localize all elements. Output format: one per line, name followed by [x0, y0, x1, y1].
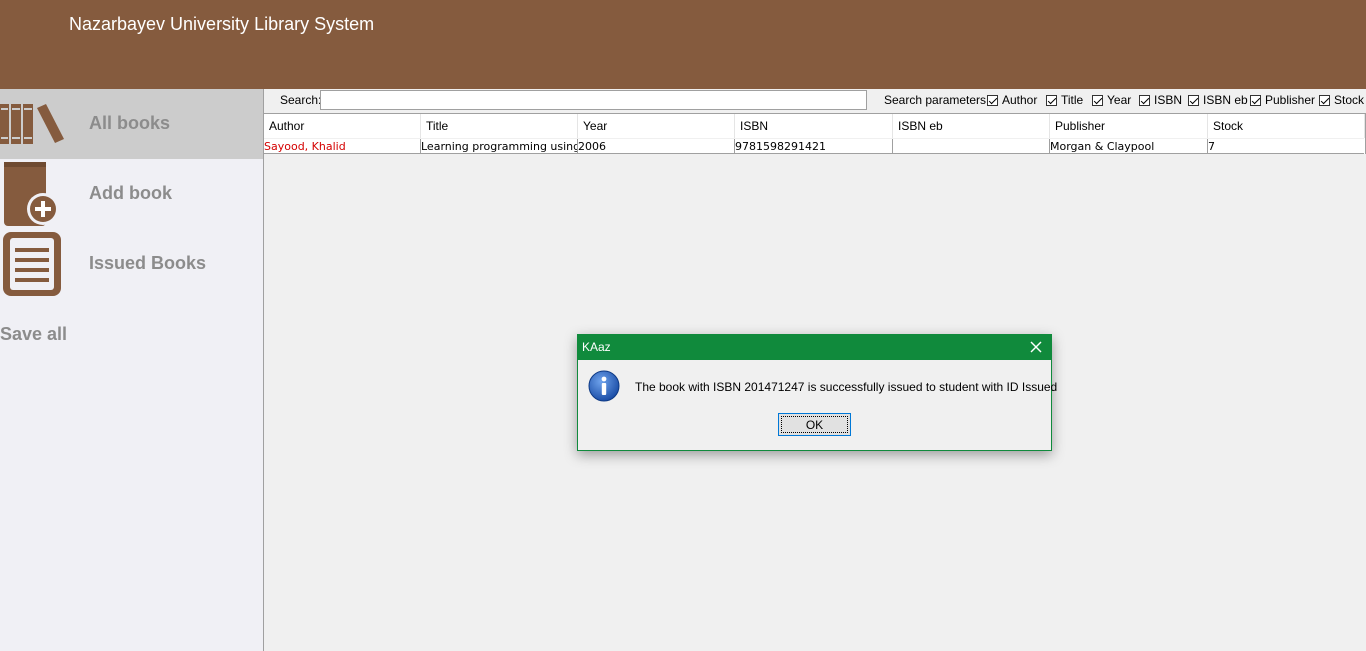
- save-all-button[interactable]: Save all: [0, 324, 67, 345]
- checkbox-checked-icon[interactable]: [1139, 94, 1150, 106]
- param-title-checkbox[interactable]: Title: [1046, 93, 1083, 107]
- dialog-title: KAaz: [582, 340, 611, 354]
- cell-stock[interactable]: 7: [1208, 139, 1365, 154]
- checkbox-checked-icon[interactable]: [1188, 94, 1199, 106]
- dialog-titlebar[interactable]: KAaz: [578, 335, 1051, 360]
- books-table: Author Title Year ISBN ISBN eb Publisher…: [264, 113, 1366, 154]
- search-label: Search:: [280, 93, 322, 107]
- dialog-message: The book with ISBN 201471247 is successf…: [635, 380, 1058, 394]
- sidebar-item-label: Add book: [89, 183, 172, 203]
- column-header-publisher[interactable]: Publisher: [1050, 114, 1208, 138]
- column-header-stock[interactable]: Stock: [1208, 114, 1365, 138]
- param-isbn-eb-checkbox[interactable]: ISBN eb: [1188, 93, 1248, 107]
- cell-title[interactable]: Learning programming using ...: [421, 139, 578, 154]
- sidebar-item-issued-books[interactable]: Issued Books: [0, 229, 263, 299]
- param-publisher-checkbox[interactable]: Publisher: [1250, 93, 1315, 107]
- column-header-isbn[interactable]: ISBN: [735, 114, 893, 138]
- param-author-checkbox[interactable]: Author: [987, 93, 1037, 107]
- checkbox-checked-icon[interactable]: [987, 94, 998, 106]
- cell-author[interactable]: Sayood, Khalid: [264, 139, 421, 154]
- sidebar-item-label: All books: [89, 113, 171, 133]
- sidebar: All books Add book Issued Books Save all: [0, 89, 263, 651]
- info-icon: [588, 370, 620, 402]
- app-title: Nazarbayev University Library System: [69, 14, 375, 34]
- search-parameters-label: Search parameters:: [884, 93, 990, 107]
- cell-publisher[interactable]: Morgan & Claypool: [1050, 139, 1208, 154]
- checkbox-checked-icon[interactable]: [1046, 94, 1057, 106]
- checkbox-checked-icon[interactable]: [1319, 94, 1330, 106]
- ok-button[interactable]: OK: [778, 413, 851, 436]
- sidebar-item-label: Issued Books: [89, 253, 207, 273]
- sidebar-item-all-books[interactable]: All books: [0, 89, 263, 159]
- close-icon[interactable]: [1029, 340, 1043, 354]
- param-isbn-checkbox[interactable]: ISBN: [1139, 93, 1182, 107]
- param-year-checkbox[interactable]: Year: [1092, 93, 1131, 107]
- column-header-title[interactable]: Title: [421, 114, 578, 138]
- cell-isbn[interactable]: 9781598291421: [735, 139, 893, 154]
- column-header-author[interactable]: Author: [264, 114, 421, 138]
- table-row[interactable]: Sayood, Khalid Learning programming usin…: [264, 138, 1364, 154]
- checkbox-checked-icon[interactable]: [1092, 94, 1103, 106]
- checkbox-checked-icon[interactable]: [1250, 94, 1261, 106]
- search-input[interactable]: [320, 90, 867, 110]
- cell-year[interactable]: 2006: [578, 139, 735, 154]
- books-icon: [0, 104, 64, 144]
- message-dialog: KAaz The book with ISBN 201471247 is suc…: [577, 334, 1057, 451]
- param-stock-checkbox[interactable]: Stock: [1319, 93, 1364, 107]
- table-header: Author Title Year ISBN ISBN eb Publisher…: [264, 114, 1365, 138]
- column-header-year[interactable]: Year: [578, 114, 735, 138]
- sidebar-item-add-book[interactable]: Add book: [0, 159, 263, 229]
- cell-isbn-eb[interactable]: [893, 139, 1050, 154]
- column-header-isbn-eb[interactable]: ISBN eb: [893, 114, 1050, 138]
- list-icon: [3, 232, 61, 296]
- app-header: Nazarbayev University Library System: [0, 0, 1366, 89]
- add-book-icon: [4, 162, 59, 226]
